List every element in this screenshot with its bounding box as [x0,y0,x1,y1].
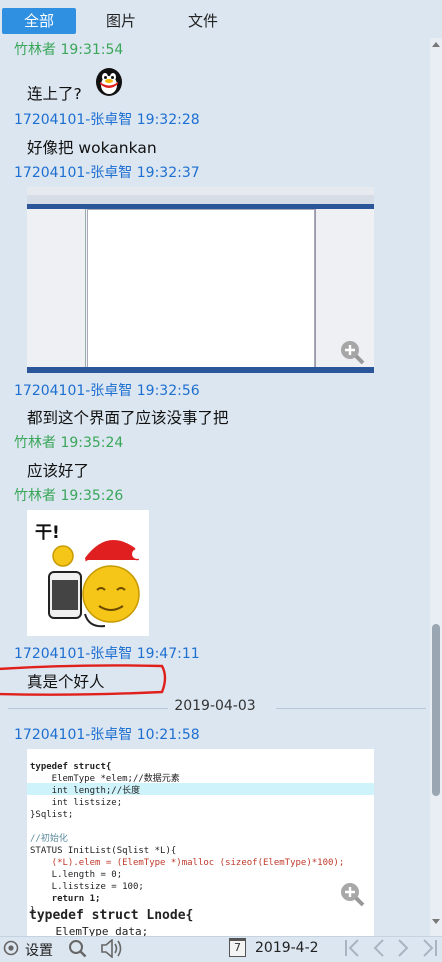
first-page-icon[interactable] [344,938,360,958]
tab-images[interactable]: 图片 [84,8,158,34]
screenshot-image[interactable] [27,187,374,373]
sender-name: 17204101-张卓智 [14,646,133,662]
sticker-image[interactable]: 干! [27,510,149,636]
sender-name: 17204101-张卓智 [14,383,133,399]
scroll-down-arrow-icon[interactable] [432,919,440,924]
sender-name: 竹林者 [14,488,56,504]
sender-name: 竹林者 [14,435,56,451]
message-text: 都到这个界面了应该没事了把 [27,409,229,427]
message-header: 竹林者 19:35:24 [14,432,123,452]
filter-tabs: 全部 图片 文件 [0,0,442,38]
tab-all[interactable]: 全部 [2,8,76,34]
message-text: 好像把 wokankan [27,139,157,157]
message-time: 19:35:24 [60,435,124,451]
message-header: 17204101-张卓智 19:32:37 [14,162,200,182]
code-big-line: typedef struct Lnode{ [29,908,194,923]
prev-page-icon[interactable] [371,938,385,958]
next-page-icon[interactable] [397,938,411,958]
message-text: 应该好了 [27,462,90,480]
vertical-scrollbar[interactable] [430,38,442,936]
sender-name: 17204101-张卓智 [14,112,133,128]
message-time: 19:31:54 [60,42,124,58]
red-highlight-annotation [0,662,168,696]
message-header: 17204101-张卓智 19:32:28 [14,109,200,129]
bottom-toolbar: 设置 7 2019-4-2 [0,936,442,960]
sender-name: 17204101-张卓智 [14,727,133,743]
scrollbar-thumb[interactable] [432,624,440,796]
message-header: 17204101-张卓智 10:21:58 [14,724,200,744]
code-text: typedef struct{ ElemType *elem;//数据元素 in… [30,762,345,916]
date-separator: 2019-04-03 [174,698,256,714]
message-time: 19:35:26 [60,488,124,504]
message-time: 19:32:28 [136,112,200,128]
search-icon[interactable] [68,939,87,958]
message-text: 连上了? [27,85,82,103]
message-time: 19:47:11 [136,646,200,662]
calendar-icon[interactable]: 7 [229,938,246,957]
zoom-icon[interactable] [339,339,365,365]
qq-penguin-emoji [93,65,125,97]
sender-name: 竹林者 [14,42,56,58]
message-header: 17204101-张卓智 19:32:56 [14,380,200,400]
settings-icon[interactable] [3,940,19,956]
last-page-icon[interactable] [422,938,438,958]
message-time: 10:21:58 [136,727,200,743]
date-separator-line [276,708,426,709]
message-time: 19:32:56 [136,383,200,399]
zoom-icon[interactable] [339,881,365,907]
chat-history: 竹林者 19:31:54 连上了? 17204101-张卓智 19:32:28 … [0,38,430,936]
message-header: 17204101-张卓智 19:47:11 [14,643,200,663]
sender-name: 17204101-张卓智 [14,165,133,181]
scroll-up-arrow-icon[interactable] [432,42,440,47]
code-last-line: ElemType data; [29,925,149,936]
current-date[interactable]: 2019-4-2 [255,940,319,956]
tab-files[interactable]: 文件 [166,8,240,34]
message-header: 竹林者 19:35:26 [14,485,123,505]
message-time: 19:32:37 [136,165,200,181]
speaker-icon[interactable] [100,938,126,959]
settings-button[interactable]: 设置 [25,940,53,960]
code-image[interactable]: typedef struct{ ElemType *elem;//数据元素 in… [27,749,374,936]
message-header: 竹林者 19:31:54 [14,39,123,59]
